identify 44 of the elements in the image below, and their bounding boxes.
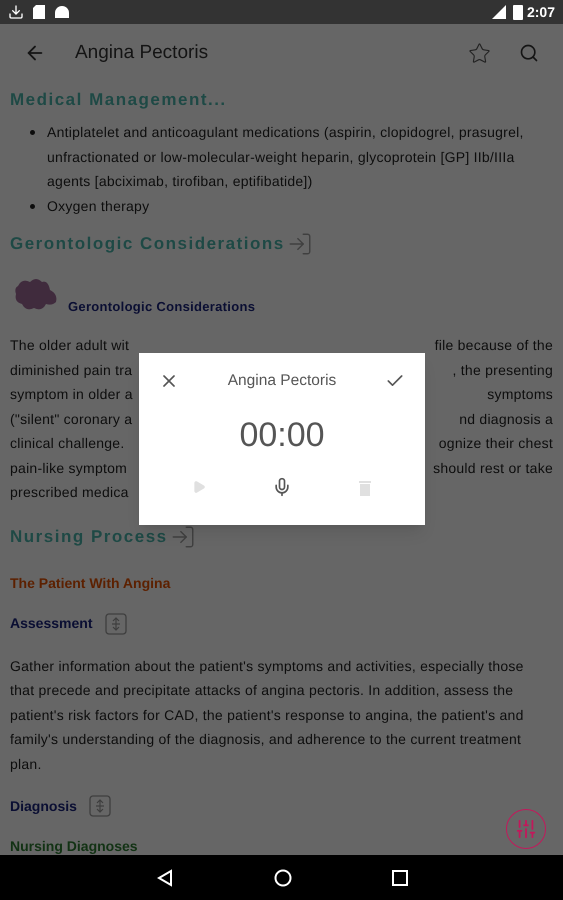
- body-text: ("silent" coronary a: [10, 410, 132, 429]
- sd-card-icon: [32, 4, 46, 20]
- feature-title: Gerontologic Considerations: [68, 298, 256, 316]
- expand-icon[interactable]: [104, 612, 126, 634]
- home-nav-icon[interactable]: [274, 868, 292, 886]
- topic-heading: The Patient With Angina: [10, 574, 172, 593]
- bullet-icon: [30, 130, 35, 135]
- body-text: diminished pain tra: [10, 360, 132, 380]
- body-paragraph: Gather information about the patient's symptoms and activities, especially those that precede and precipitate attacks of angina pectoris. In addition, assess the patient's risk factors for CAD, the patient's response to angina, the patient's and family's understanding of the diagnosis, and adherence to the current treatment plan.: [10, 656, 525, 774]
- download-icon: [8, 4, 24, 20]
- battery-icon: [512, 4, 523, 20]
- body-text: , the presenting: [452, 360, 553, 380]
- clock-time: 2:07: [526, 2, 555, 22]
- body-text: ognize their chest: [438, 434, 553, 453]
- section-heading: Nursing Process: [10, 526, 168, 548]
- page-title: Angina Pectoris: [75, 40, 208, 65]
- expand-icon[interactable]: [88, 795, 111, 817]
- body-text: should rest or take: [433, 458, 553, 478]
- subsection-heading: Diagnosis: [10, 796, 77, 816]
- timer-display: 00:00: [239, 415, 325, 455]
- back-nav-icon[interactable]: [156, 868, 174, 886]
- body-text: nd diagnosis a: [459, 410, 553, 429]
- bullet-text: Antiplatelet and anticoagulant medications (aspirin, clopidogrel, prasugrel, unfractionated or low-molecular-weight heparin, glycoprotein [GP] IIb/IIIa agents [abciximab, tirofiban, eptifibatide]): [47, 123, 525, 191]
- signal-icon: [490, 4, 507, 20]
- bullet-icon: [30, 204, 35, 208]
- android-icon: [54, 5, 70, 19]
- body-text: symptom in older a: [10, 385, 133, 404]
- body-text: clinical challenge.: [10, 434, 124, 453]
- body-text: The older adult wit: [10, 336, 130, 355]
- search-icon[interactable]: [519, 43, 539, 63]
- bullet-text: Oxygen therapy: [47, 196, 150, 216]
- section-heading: Gerontologic Considerations: [10, 233, 285, 256]
- star-icon[interactable]: [468, 42, 491, 64]
- body-text: file because of the: [434, 336, 553, 355]
- body-text: pain-like symptom: [10, 458, 128, 478]
- section-heading: Medical Management...: [10, 89, 227, 112]
- jump-icon[interactable]: [170, 524, 196, 550]
- body-text: symptoms: [487, 385, 553, 404]
- dialog-title: Angina Pectoris: [228, 371, 336, 392]
- subsection-heading: Assessment: [10, 614, 92, 633]
- subtopic-heading: Nursing Diagnoses: [10, 838, 139, 854]
- recents-nav-icon[interactable]: [392, 870, 408, 886]
- sliders-icon: [515, 818, 537, 840]
- body-text: prescribed medica: [10, 483, 129, 502]
